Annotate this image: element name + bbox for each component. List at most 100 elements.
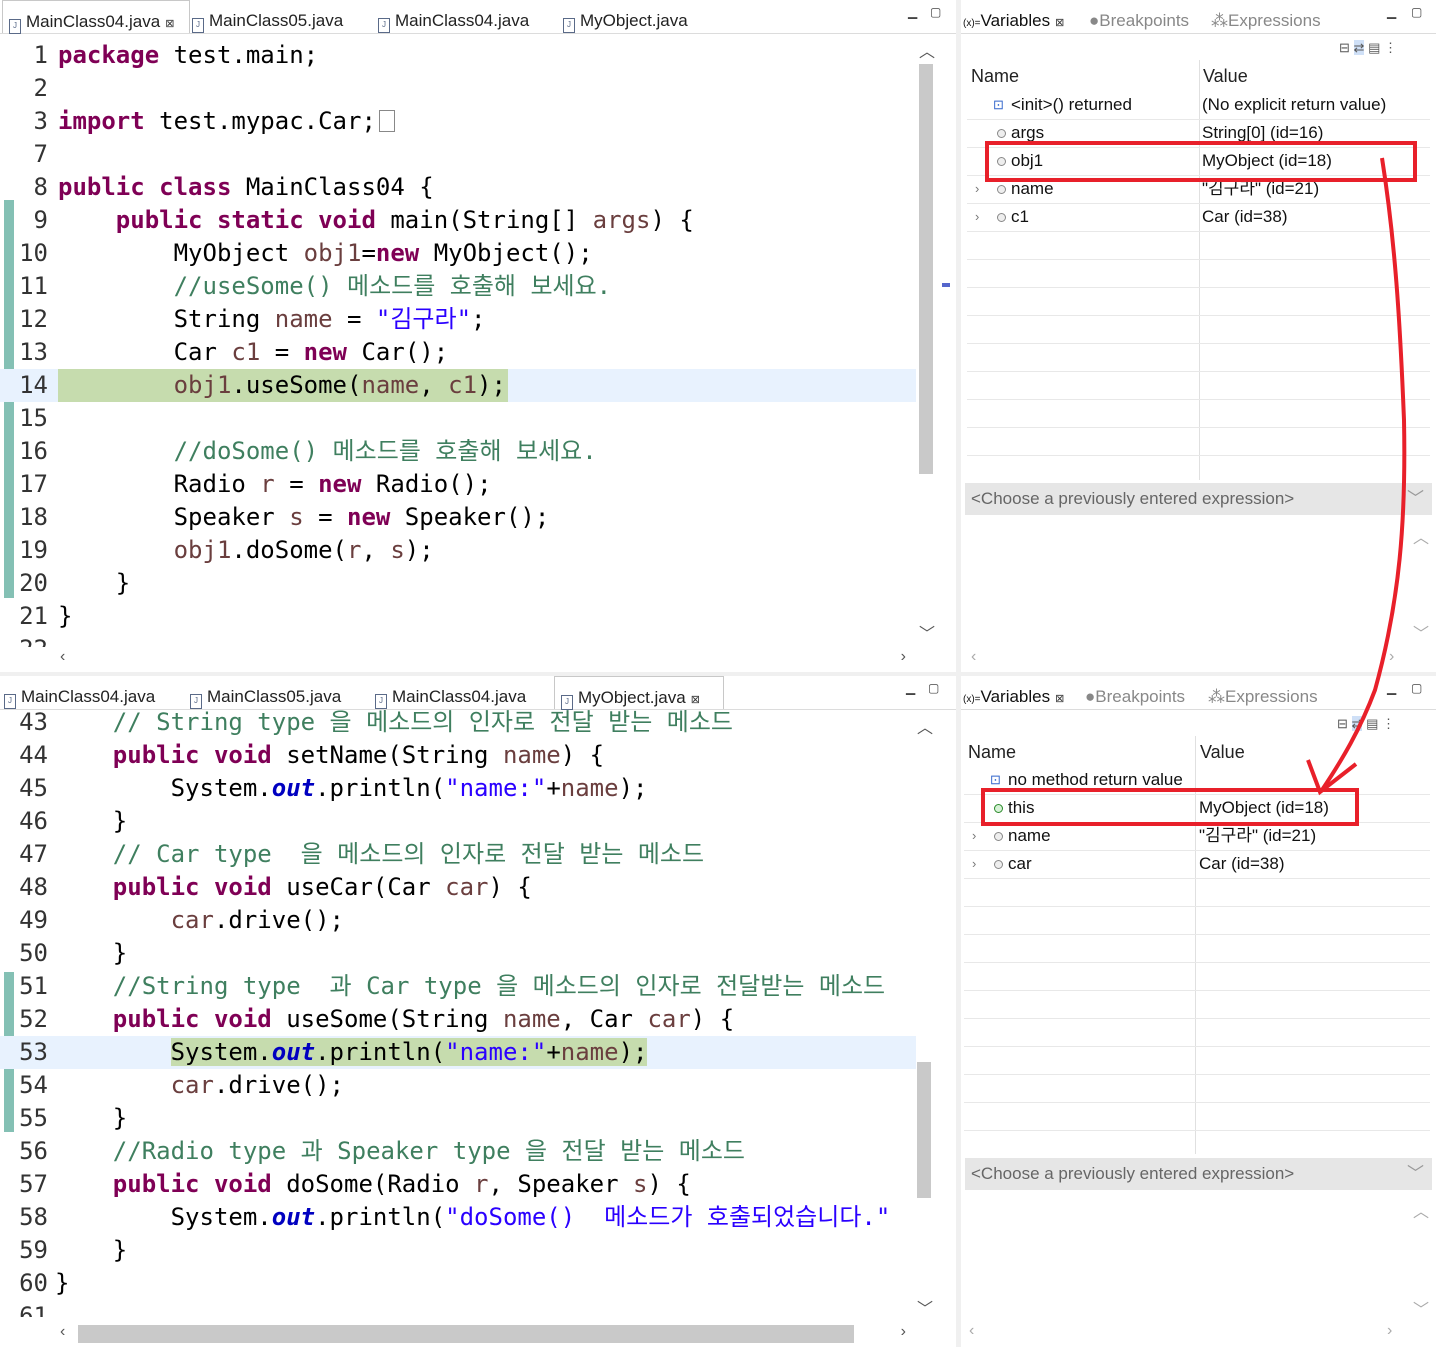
scroll-thumb[interactable] [917, 1062, 931, 1198]
scroll-down-icon[interactable]: ﹀ [1413, 1296, 1429, 1320]
overview-ruler-mark [942, 283, 950, 287]
scroll-up-icon[interactable]: ︿ [917, 714, 933, 738]
close-icon[interactable]: ⊠ [1055, 693, 1064, 705]
empty-row [967, 427, 1430, 456]
scroll-up-icon[interactable]: ︿ [919, 38, 935, 62]
close-icon[interactable]: ⊠ [1055, 17, 1064, 29]
expand-icon[interactable]: › [975, 203, 979, 231]
dropdown-icon[interactable]: ﹀ [1407, 1158, 1424, 1190]
minimize-icon[interactable]: ▁ [906, 681, 915, 695]
tab-mainclass05[interactable]: J MainClass05.java [190, 676, 341, 709]
scroll-left-icon[interactable]: ‹ [60, 648, 65, 666]
scroll-up-icon[interactable]: ︿ [1413, 1198, 1429, 1222]
column-header-name[interactable]: Name [971, 66, 1019, 87]
bottom-code-editor[interactable]: 43 // String type 을 메소드의 인자로 전달 받는 메소드 4… [0, 706, 916, 1321]
variable-row[interactable]: › name "김구라" (id=21) [964, 822, 1430, 851]
vertical-scrollbar[interactable]: ︿ ﹀ [914, 712, 934, 1321]
details-pane[interactable] [965, 1190, 1432, 1320]
collapse-all-icon[interactable]: ⊟ [1337, 716, 1348, 731]
local-variable-icon [997, 185, 1006, 194]
scroll-down-icon[interactable]: ﹀ [919, 620, 935, 644]
maximize-icon[interactable]: ▢ [930, 5, 941, 19]
scroll-right-icon[interactable]: › [1389, 648, 1394, 666]
code-line: 50 } [19, 939, 128, 967]
tab-mainclass05[interactable]: J MainClass05.java [192, 0, 343, 33]
close-icon[interactable]: ⊠ [165, 18, 174, 30]
variable-row[interactable]: › car Car (id=38) [964, 850, 1430, 879]
layout-icon[interactable]: ▤ [1368, 40, 1380, 55]
tab-breakpoints[interactable]: ●Breakpoints [1089, 0, 1189, 33]
empty-row [967, 231, 1430, 260]
empty-row [964, 1046, 1430, 1075]
top-editor-tabbar: J MainClass04.java ⊠ J MainClass05.java J Ma… [0, 0, 956, 34]
column-header-value[interactable]: Value [1200, 742, 1245, 763]
empty-row [964, 1102, 1430, 1131]
column-header-name[interactable]: Name [968, 742, 1016, 763]
code-line: 19 obj1.doSome(r, s); [19, 536, 434, 564]
top-code-editor[interactable]: 1 package test.main; 2 3 import test.mypac… [0, 36, 916, 647]
folded-import-icon[interactable] [378, 110, 395, 132]
layout-icon[interactable]: ▤ [1366, 716, 1378, 731]
scroll-right-icon[interactable]: › [901, 648, 906, 666]
collapse-all-icon[interactable]: ⊟ [1339, 40, 1350, 55]
tab-myobject[interactable]: J MyObject.java ⊠ [554, 676, 724, 710]
tab-mainclass04[interactable]: J MainClass04.java ⊠ [2, 0, 190, 34]
close-icon[interactable]: ⊠ [691, 694, 700, 706]
scroll-up-icon[interactable]: ︿ [1413, 524, 1429, 548]
minimize-icon[interactable]: ▁ [908, 5, 917, 19]
details-pane[interactable] [965, 515, 1432, 645]
scroll-left-icon[interactable]: ‹ [60, 1323, 65, 1341]
java-file-icon: J [563, 18, 575, 33]
tab-mainclass04-2[interactable]: J MainClass04.java [378, 0, 529, 33]
expression-combo[interactable]: <Choose a previously entered expression>… [965, 1158, 1432, 1190]
empty-row [964, 962, 1430, 991]
expand-icon[interactable]: › [972, 850, 976, 878]
expand-icon[interactable]: › [975, 175, 979, 203]
view-toolbar: ⊟ ⇄ ▤ ⋮ [1337, 716, 1395, 732]
scroll-thumb[interactable] [78, 1325, 854, 1343]
maximize-icon[interactable]: ▢ [1411, 5, 1422, 19]
variable-row[interactable]: ⊡ <init>() returned (No explicit return va… [967, 91, 1430, 120]
code-line: 10 MyObject obj1=new MyObject(); [19, 239, 593, 267]
tab-mainclass04[interactable]: J MainClass04.java [4, 676, 155, 709]
scroll-left-icon[interactable]: ‹ [969, 1322, 974, 1340]
tab-breakpoints[interactable]: ●Breakpoints [1085, 676, 1185, 709]
code-line: 13 Car c1 = new Car(); [19, 338, 449, 366]
view-menu-icon[interactable]: ⋮ [1384, 40, 1397, 55]
show-logical-structure-icon[interactable]: ⇄ [1351, 716, 1363, 731]
tab-expressions[interactable]: ⁂Expressions [1208, 676, 1318, 709]
scroll-down-icon[interactable]: ﹀ [917, 1295, 933, 1319]
scroll-thumb[interactable] [919, 64, 933, 474]
scroll-down-icon[interactable]: ﹀ [1413, 620, 1429, 644]
view-menu-icon[interactable]: ⋮ [1382, 716, 1395, 731]
tab-mainclass04-2[interactable]: J MainClass04.java [375, 676, 526, 709]
code-line: 7 [33, 140, 48, 168]
minimize-icon[interactable]: ▁ [1387, 681, 1396, 695]
highlight-box [981, 788, 1359, 826]
tab-variables[interactable]: (x)=Variables ⊠ [963, 676, 1064, 709]
dropdown-icon[interactable]: ﹀ [1407, 483, 1424, 515]
breakpoints-icon: ● [1085, 687, 1096, 706]
column-header-value[interactable]: Value [1203, 66, 1248, 87]
code-line: 16 //doSome() 메소드를 호출해 보세요. [19, 437, 597, 465]
expand-icon[interactable]: › [972, 822, 976, 850]
maximize-icon[interactable]: ▢ [928, 681, 939, 695]
code-line: 48 public void useCar(Car car) { [19, 873, 532, 901]
horizontal-scrollbar[interactable]: ‹ › [50, 1321, 916, 1347]
tab-variables[interactable]: (x)=Variables ⊠ [963, 0, 1064, 33]
tab-expressions[interactable]: ⁂Expressions [1211, 0, 1321, 33]
show-logical-structure-icon[interactable]: ⇄ [1353, 40, 1365, 55]
scroll-right-icon[interactable]: › [901, 1323, 906, 1341]
empty-row [964, 1018, 1430, 1047]
scroll-right-icon[interactable]: › [1387, 1322, 1392, 1340]
empty-row [964, 990, 1430, 1019]
horizontal-scrollbar[interactable]: ‹ › [50, 646, 916, 672]
code-line: 54 car.drive(); [19, 1071, 344, 1099]
expression-combo[interactable]: <Choose a previously entered expression>… [965, 483, 1432, 515]
maximize-icon[interactable]: ▢ [1411, 681, 1422, 695]
variable-row[interactable]: › c1 Car (id=38) [967, 203, 1430, 232]
scroll-left-icon[interactable]: ‹ [971, 648, 976, 666]
minimize-icon[interactable]: ▁ [1387, 5, 1396, 19]
tab-myobject[interactable]: J MyObject.java [563, 0, 688, 33]
vertical-scrollbar[interactable]: ︿ ﹀ [916, 36, 936, 646]
